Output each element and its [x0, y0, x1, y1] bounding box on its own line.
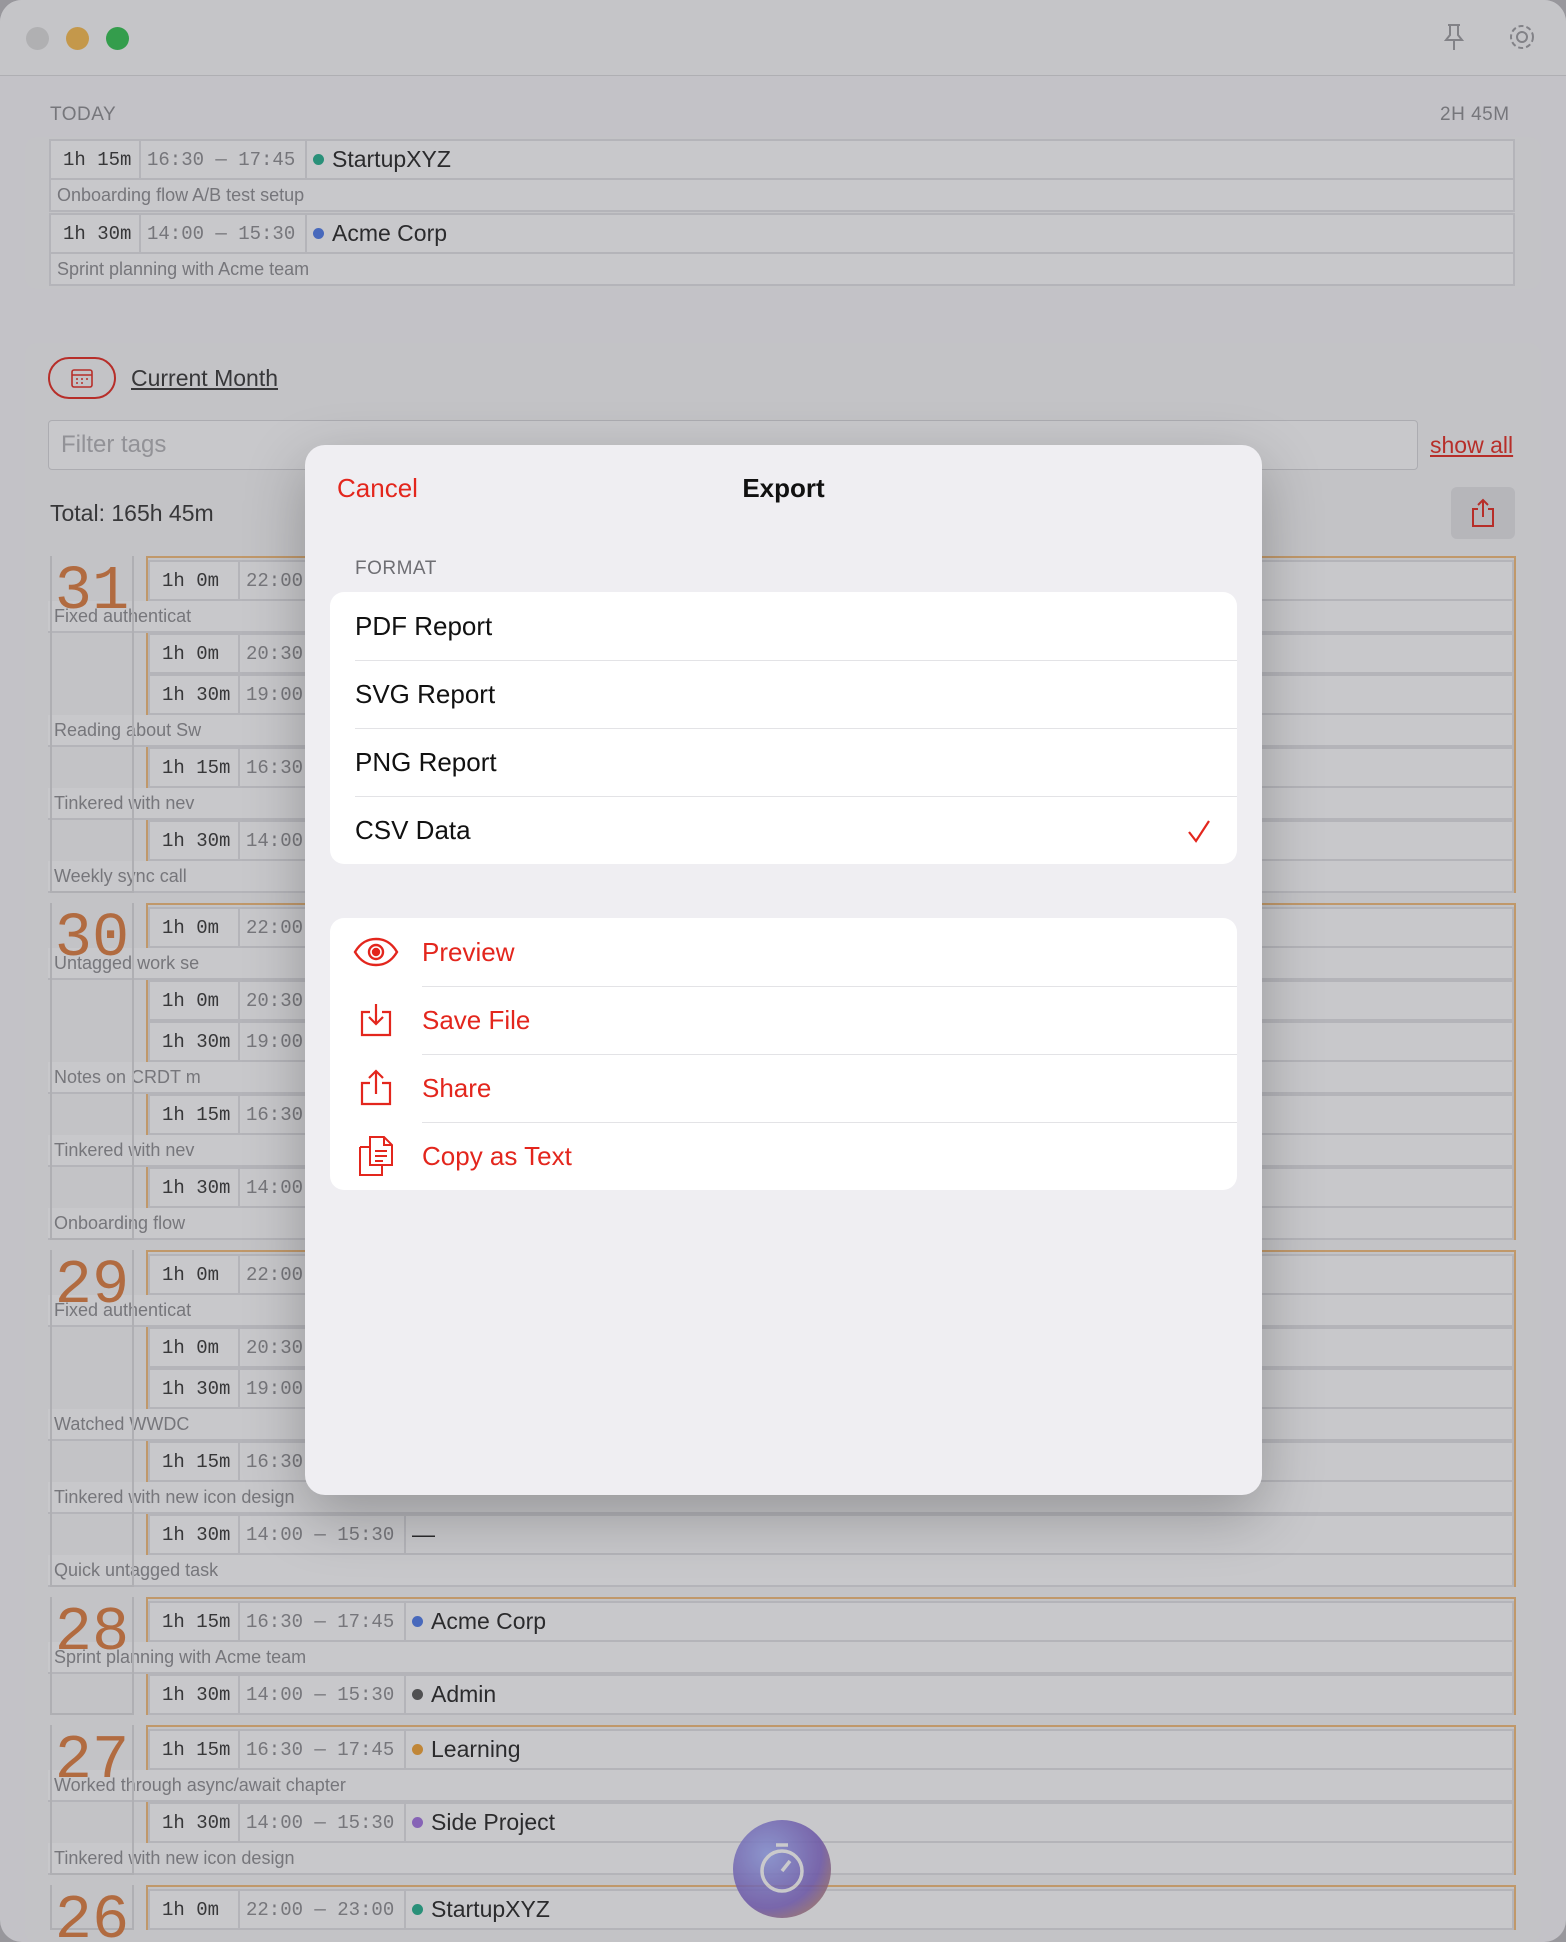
actions-group: Preview Save File Share Copy as Text: [330, 918, 1237, 1190]
preview-button[interactable]: Preview: [330, 918, 1237, 986]
format-label: PNG Report: [355, 746, 497, 777]
copy-as-text-button[interactable]: Copy as Text: [330, 1122, 1237, 1190]
action-label: Share: [422, 1072, 492, 1103]
format-option-svg[interactable]: SVG Report: [330, 660, 1237, 728]
export-sheet: Export Cancel FORMAT PDF Report SVG Repo…: [305, 445, 1262, 1495]
save-file-icon: [360, 1004, 392, 1037]
action-label: Preview: [422, 936, 515, 967]
format-section-label: FORMAT: [355, 558, 437, 579]
share-button[interactable]: Share: [330, 1054, 1237, 1122]
action-label: Save File: [422, 1004, 531, 1035]
format-label: SVG Report: [355, 678, 496, 709]
format-group: PDF Report SVG Report PNG Report CSV Dat…: [330, 592, 1237, 864]
format-label: PDF Report: [355, 610, 493, 641]
format-label: CSV Data: [355, 814, 471, 845]
export-title: Export: [742, 473, 825, 503]
checkmark-icon: [1188, 820, 1210, 843]
eye-icon: [353, 937, 399, 967]
share-icon: [360, 1069, 392, 1106]
format-option-png[interactable]: PNG Report: [330, 728, 1237, 796]
save-file-button[interactable]: Save File: [330, 986, 1237, 1054]
copy-icon: [359, 1136, 393, 1176]
format-option-csv[interactable]: CSV Data: [330, 796, 1237, 864]
format-option-pdf[interactable]: PDF Report: [330, 592, 1237, 660]
cancel-button[interactable]: Cancel: [337, 473, 418, 504]
action-label: Copy as Text: [422, 1140, 572, 1171]
